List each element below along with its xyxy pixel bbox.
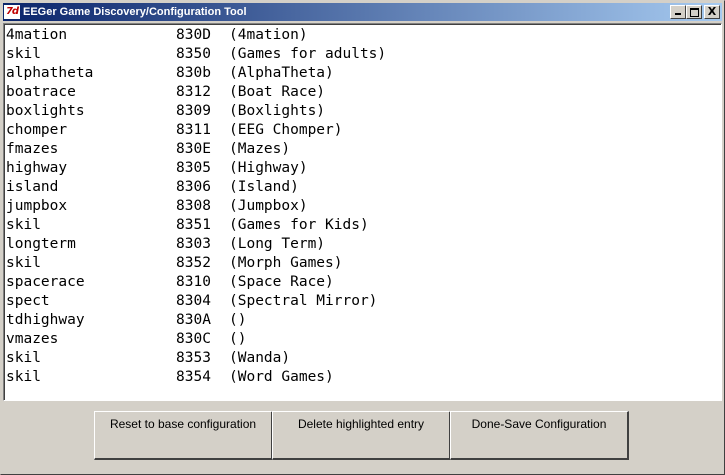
list-item[interactable]: chomper 8311 (EEG Chomper) bbox=[4, 121, 721, 140]
maximize-icon bbox=[690, 8, 699, 17]
entry-name: 4mation bbox=[6, 27, 68, 43]
entry-name: jumpbox bbox=[6, 198, 68, 214]
entry-description: (Morph Games) bbox=[229, 255, 343, 271]
entry-name: spect bbox=[6, 293, 50, 309]
entry-name: alphatheta bbox=[6, 65, 94, 81]
entry-description: (Jumpbox) bbox=[229, 198, 308, 214]
list-item[interactable]: skil 8354 (Word Games) bbox=[4, 368, 721, 387]
list-item[interactable]: island 8306 (Island) bbox=[4, 178, 721, 197]
entry-description: (Boxlights) bbox=[229, 103, 326, 119]
entry-code: 8354 bbox=[176, 369, 211, 385]
entry-name: skil bbox=[6, 255, 41, 271]
entry-description: (4mation) bbox=[229, 27, 308, 43]
entry-name: island bbox=[6, 179, 59, 195]
entry-code: 8312 bbox=[176, 84, 211, 100]
entry-description: () bbox=[229, 331, 247, 347]
close-icon: X bbox=[707, 5, 717, 18]
entry-name: skil bbox=[6, 217, 41, 233]
list-item[interactable]: longterm 8303 (Long Term) bbox=[4, 235, 721, 254]
done-save-button[interactable]: Done-Save Configuration bbox=[450, 411, 629, 460]
entry-code: 830C bbox=[176, 331, 211, 347]
entry-code: 830D bbox=[176, 27, 211, 43]
entry-description: (Games for Kids) bbox=[229, 217, 369, 233]
list-item[interactable]: spect 8304 (Spectral Mirror) bbox=[4, 292, 721, 311]
window-title: EEGer Game Discovery/Configuration Tool bbox=[23, 6, 247, 18]
list-item[interactable]: skil 8353 (Wanda) bbox=[4, 349, 721, 368]
list-item[interactable]: boatrace 8312 (Boat Race) bbox=[4, 83, 721, 102]
entry-code: 8308 bbox=[176, 198, 211, 214]
entry-description: (Games for adults) bbox=[229, 46, 387, 62]
maximize-button[interactable] bbox=[686, 5, 702, 19]
minimize-button[interactable] bbox=[670, 5, 686, 19]
entry-code: 8303 bbox=[176, 236, 211, 252]
entry-name: tdhighway bbox=[6, 312, 85, 328]
entry-name: fmazes bbox=[6, 141, 59, 157]
entry-description: (Long Term) bbox=[229, 236, 326, 252]
list-item[interactable]: skil 8350 (Games for adults) bbox=[4, 45, 721, 64]
entry-description: (Boat Race) bbox=[229, 84, 326, 100]
list-item[interactable]: alphatheta 830b (AlphaTheta) bbox=[4, 64, 721, 83]
caption-buttons: X bbox=[670, 5, 720, 19]
entry-code: 8309 bbox=[176, 103, 211, 119]
entry-description: (Island) bbox=[229, 179, 299, 195]
entry-name: boxlights bbox=[6, 103, 85, 119]
entry-name: vmazes bbox=[6, 331, 59, 347]
entry-description: (Space Race) bbox=[229, 274, 334, 290]
entry-code: 830E bbox=[176, 141, 211, 157]
entry-name: highway bbox=[6, 160, 68, 176]
entry-code: 8306 bbox=[176, 179, 211, 195]
entry-name: chomper bbox=[6, 122, 68, 138]
entry-description: () bbox=[229, 312, 247, 328]
list-item[interactable]: tdhighway 830A () bbox=[4, 311, 721, 330]
entry-code: 8305 bbox=[176, 160, 211, 176]
app-window: 7d EEGer Game Discovery/Configuration To… bbox=[0, 0, 725, 475]
entry-description: (Mazes) bbox=[229, 141, 291, 157]
entry-name: skil bbox=[6, 350, 41, 366]
game-list[interactable]: 4mation 830D (4mation) skil 8350 (Games for a… bbox=[3, 23, 722, 401]
entry-code: 8352 bbox=[176, 255, 211, 271]
entry-code: 8311 bbox=[176, 122, 211, 138]
done-save-button-label: Done-Save Configuration bbox=[471, 417, 607, 431]
entry-description: (Wanda) bbox=[229, 350, 291, 366]
delete-button-label: Delete highlighted entry bbox=[297, 417, 425, 431]
reset-button[interactable]: Reset to base configuration bbox=[94, 411, 273, 460]
close-button[interactable]: X bbox=[704, 5, 720, 19]
list-item[interactable]: boxlights 8309 (Boxlights) bbox=[4, 102, 721, 121]
entry-name: boatrace bbox=[6, 84, 76, 100]
reset-button-label: Reset to base configuration bbox=[109, 417, 257, 431]
minimize-icon bbox=[675, 13, 681, 15]
list-item[interactable]: jumpbox 8308 (Jumpbox) bbox=[4, 197, 721, 216]
delete-button[interactable]: Delete highlighted entry bbox=[272, 411, 451, 460]
list-item[interactable]: skil 8352 (Morph Games) bbox=[4, 254, 721, 273]
entry-code: 8310 bbox=[176, 274, 211, 290]
entry-code: 830A bbox=[176, 312, 211, 328]
entry-code: 8353 bbox=[176, 350, 211, 366]
title-bar[interactable]: 7d EEGer Game Discovery/Configuration To… bbox=[3, 3, 722, 21]
list-item[interactable]: vmazes 830C () bbox=[4, 330, 721, 349]
list-item[interactable]: 4mation 830D (4mation) bbox=[4, 26, 721, 45]
entry-description: (Highway) bbox=[229, 160, 308, 176]
entry-description: (Word Games) bbox=[229, 369, 334, 385]
entry-name: skil bbox=[6, 369, 41, 385]
entry-description: (Spectral Mirror) bbox=[229, 293, 378, 309]
list-item[interactable]: skil 8351 (Games for Kids) bbox=[4, 216, 721, 235]
list-item[interactable]: fmazes 830E (Mazes) bbox=[4, 140, 721, 159]
entry-code: 8304 bbox=[176, 293, 211, 309]
app-icon[interactable]: 7d bbox=[4, 5, 20, 19]
list-item[interactable]: highway 8305 (Highway) bbox=[4, 159, 721, 178]
entry-name: longterm bbox=[6, 236, 76, 252]
entry-code: 830b bbox=[176, 65, 211, 81]
list-item[interactable]: spacerace 8310 (Space Race) bbox=[4, 273, 721, 292]
entry-code: 8350 bbox=[176, 46, 211, 62]
entry-name: spacerace bbox=[6, 274, 85, 290]
entry-description: (EEG Chomper) bbox=[229, 122, 343, 138]
entry-name: skil bbox=[6, 46, 41, 62]
entry-code: 8351 bbox=[176, 217, 211, 233]
entry-description: (AlphaTheta) bbox=[229, 65, 334, 81]
